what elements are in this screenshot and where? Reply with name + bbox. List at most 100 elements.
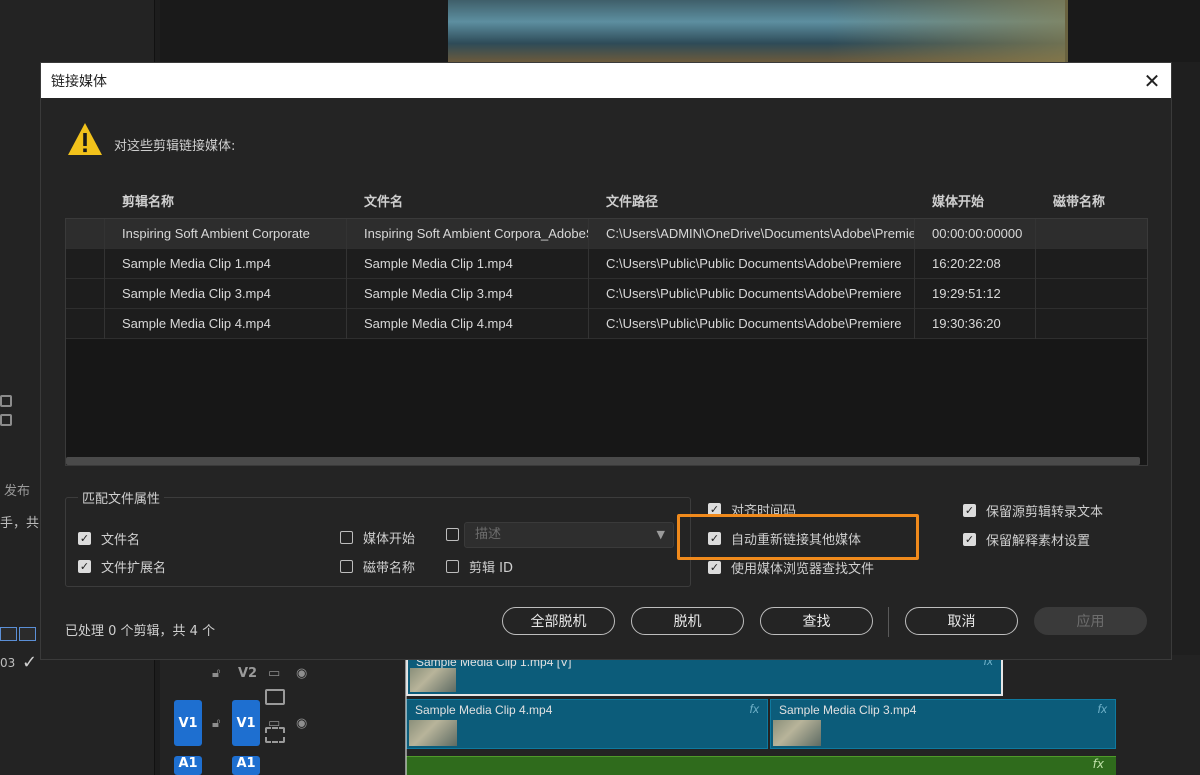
list-view-icon[interactable] [0,627,17,641]
checkbox-checked-icon[interactable]: ✓ [78,532,91,545]
checkbox-label: 文件扩展名 [101,561,167,576]
camera-icon[interactable] [0,414,12,426]
column-header-clip-name[interactable]: 剪辑名称 [122,191,174,210]
horizontal-scrollbar[interactable] [66,457,1140,465]
offline-all-button[interactable]: 全部脱机 [502,607,615,635]
checkbox-label: 保留源剪辑转录文本 [986,505,1104,520]
cell-clip-name: Inspiring Soft Ambient Corporate [104,219,346,249]
cell-file-path: C:\Users\ADMIN\OneDrive\Documents\Adobe\… [588,219,914,249]
checkbox-unchecked-icon[interactable] [446,560,459,573]
timeline-clip[interactable]: Sample Media Clip 3.mp4 fx [770,699,1116,749]
preserve-transcript-checkbox[interactable]: ✓ 保留源剪辑转录文本 [963,501,1103,520]
checkbox-checked-icon[interactable]: ✓ [708,561,721,574]
use-media-browser-checkbox[interactable]: ✓ 使用媒体浏览器查找文件 [708,558,874,577]
checkbox-unchecked-icon[interactable] [340,531,353,544]
clip-name: Sample Media Clip 4.mp4 [415,703,553,717]
table-row[interactable]: Inspiring Soft Ambient Corporate Inspiri… [66,219,1147,249]
fx-badge: fx [1097,702,1107,716]
checkbox-unchecked-icon[interactable] [340,560,353,573]
locate-button[interactable]: 查找 [760,607,873,635]
cell-media-start: 00:00:00:00000 [914,219,1035,249]
eye-icon[interactable]: ◉ [296,666,307,681]
table-row[interactable]: Sample Media Clip 4.mp4 Sample Media Cli… [66,309,1147,339]
cell-media-start: 19:29:51:12 [914,279,1035,309]
clip-name: Sample Media Clip 3.mp4 [779,703,917,717]
cell-file-path: C:\Users\Public\Public Documents\Adobe\P… [588,309,914,339]
cell-tape-name [1035,309,1147,339]
offline-button[interactable]: 脱机 [631,607,744,635]
table-row[interactable]: Sample Media Clip 1.mp4 Sample Media Cli… [66,249,1147,279]
timecode-fragment: 03 [0,656,16,670]
cell-file-name: Sample Media Clip 4.mp4 [346,309,588,339]
sync-icon[interactable]: ▭ [268,716,280,731]
cell-tape-name [1035,249,1147,279]
highlight-annotation [677,514,919,560]
clip-thumbnail [773,720,821,746]
source-patch-a1[interactable]: A1 [174,756,202,775]
track-target-v1[interactable]: V1 [232,700,260,746]
checkbox-label: 磁带名称 [363,561,416,576]
button-divider [888,607,889,637]
clip-thumbnail [409,720,457,746]
checkbox-unchecked-icon[interactable] [446,528,459,541]
group-label: 匹配文件属性 [78,488,165,507]
video-preview [448,0,1068,62]
checkbox-checked-icon[interactable]: ✓ [963,504,976,517]
fx-badge: fx [1092,757,1104,771]
export-icon[interactable] [0,395,12,407]
dialog-title: 链接媒体 [51,73,107,90]
dropdown-placeholder: 描述 [475,527,502,542]
lock-icon[interactable]: 🔓︎ [212,666,220,681]
table-body: Inspiring Soft Ambient Corporate Inspiri… [65,218,1148,466]
close-icon[interactable]: ✕ [1141,70,1163,92]
match-tape-name-checkbox[interactable]: 磁带名称 [340,557,415,576]
fx-badge: fx [749,702,759,716]
grid-view-icon[interactable] [19,627,36,641]
cell-tape-name [1035,219,1147,249]
match-clip-id-checkbox[interactable]: 剪辑 ID [446,557,513,576]
cell-file-name: Sample Media Clip 1.mp4 [346,249,588,279]
match-file-ext-checkbox[interactable]: ✓ 文件扩展名 [78,557,166,576]
view-toggle-buttons[interactable] [0,626,38,645]
cell-file-path: C:\Users\Public\Public Documents\Adobe\P… [588,249,914,279]
column-header-file-path[interactable]: 文件路径 [606,191,658,210]
track-target-a1[interactable]: A1 [232,756,260,775]
description-dropdown[interactable]: 描述 ▼ [464,522,674,548]
checkbox-label: 使用媒体浏览器查找文件 [731,562,875,577]
publish-label: 发布 [4,484,31,499]
audio-clip[interactable]: fx [406,756,1116,775]
cell-media-start: 16:20:22:08 [914,249,1035,279]
eye-icon[interactable]: ◉ [296,716,307,731]
column-header-media-start[interactable]: 媒体开始 [932,191,984,210]
checkbox-checked-icon[interactable]: ✓ [78,560,91,573]
timeline-clip[interactable]: Sample Media Clip 4.mp4 fx [406,699,768,749]
cancel-button[interactable]: 取消 [905,607,1018,635]
column-header-file-name[interactable]: 文件名 [364,191,403,210]
source-patch-v1[interactable]: V1 [174,700,202,746]
cell-file-name: Sample Media Clip 3.mp4 [346,279,588,309]
preserve-interpret-checkbox[interactable]: ✓ 保留解释素材设置 [963,530,1090,549]
checkbox-label: 文件名 [101,533,141,548]
dialog-titlebar[interactable]: 链接媒体 ✕ [41,63,1171,98]
checkbox-label: 媒体开始 [363,532,416,547]
checkbox-checked-icon[interactable]: ✓ [963,533,976,546]
row-status-cell [66,219,104,249]
status-text: 已处理 0 个剪辑，共 4 个 [65,624,216,639]
table-row[interactable]: Sample Media Clip 3.mp4 Sample Media Cli… [66,279,1147,309]
cell-clip-name: Sample Media Clip 1.mp4 [104,249,346,279]
lock-icon[interactable]: 🔓︎ [212,716,220,731]
checkbox-label: 保留解释素材设置 [986,534,1091,549]
clip-thumbnail [410,668,456,692]
playhead[interactable] [405,655,407,775]
clips-table: 剪辑名称 文件名 文件路径 媒体开始 磁带名称 Inspiring Soft A… [65,183,1148,467]
sync-icon[interactable]: ▭ [268,666,280,681]
panel-tool-icons [0,392,40,426]
link-media-dialog: 链接媒体 ✕ 对这些剪辑链接媒体: 剪辑名称 文件名 文件路径 媒体开始 磁带名… [40,62,1172,660]
match-file-name-checkbox[interactable]: ✓ 文件名 [78,529,140,548]
rectangle-tool-icon[interactable] [265,689,285,705]
column-header-tape-name[interactable]: 磁带名称 [1053,191,1105,210]
match-media-start-checkbox[interactable]: 媒体开始 [340,528,415,547]
dialog-prompt: 对这些剪辑链接媒体: [114,139,236,154]
cell-media-start: 19:30:36:20 [914,309,1035,339]
ok-button[interactable]: 应用 [1034,607,1147,635]
